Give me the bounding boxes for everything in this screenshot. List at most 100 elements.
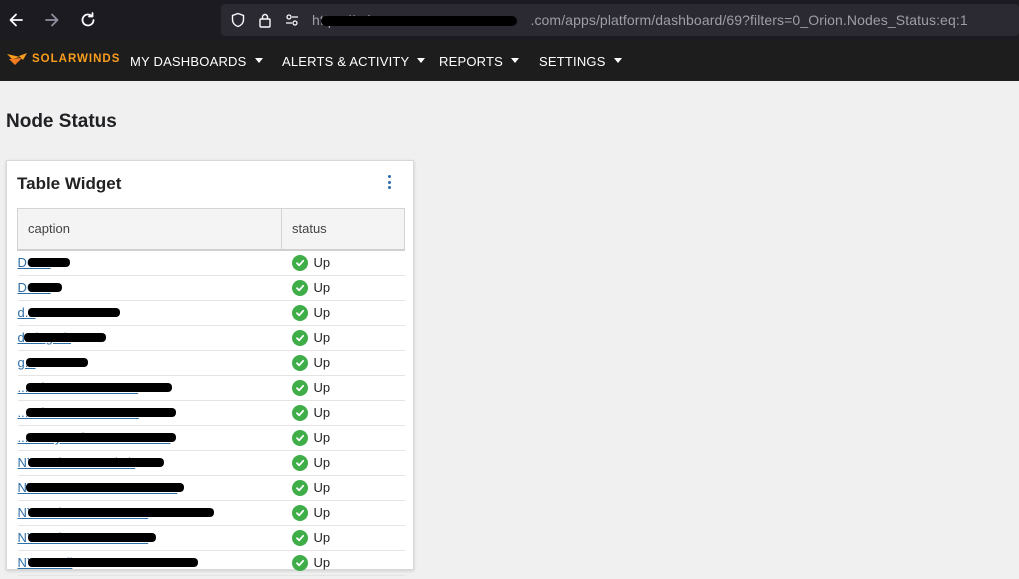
status-wrapper: Up xyxy=(282,351,405,375)
url-bar[interactable]: https://orion..com/apps/platform/dashboa… xyxy=(221,4,1019,36)
redaction-mark xyxy=(27,282,62,292)
reload-button[interactable] xyxy=(76,8,100,32)
menu-label: MY DASHBOARDS xyxy=(130,54,247,69)
caption-cell: g... xyxy=(17,350,282,376)
menu-reports[interactable]: REPORTS xyxy=(439,54,520,69)
status-up-check-icon xyxy=(291,379,308,396)
status-up-check-icon xyxy=(291,554,308,571)
status-wrapper: Up xyxy=(282,476,405,500)
caption-cell: d...ing...b xyxy=(17,325,282,351)
table-row: ...-Avaya-Phone-A...70208 Up xyxy=(17,425,405,451)
table-row: NYC-CISCO-ASA-F...WALL Up xyxy=(17,475,405,501)
table-row: ...-Aironet-C1...-AP-2 Up xyxy=(17,400,405,426)
status-cell: Up xyxy=(281,425,405,451)
permissions-icon[interactable] xyxy=(284,12,300,28)
status-cell: Up xyxy=(281,475,405,501)
table-row: DC02 Up xyxy=(17,275,405,301)
caption-cell: NYC-CISCO-ASA-F...WALL xyxy=(17,475,282,501)
status-up-check-icon xyxy=(291,479,308,496)
status-up-check-icon xyxy=(291,404,308,421)
redaction-mark xyxy=(27,532,156,542)
table-widget: Table Widget caption status DC01 Up DC02 Up… xyxy=(6,160,414,576)
table-row: ...-Aironet-C1000-AP Up xyxy=(17,375,405,401)
status-text: Up xyxy=(313,405,331,420)
browser-toolbar: https://orion..com/apps/platform/dashboa… xyxy=(0,0,1019,40)
status-text: Up xyxy=(313,380,331,395)
status-cell: Up xyxy=(281,525,405,551)
redaction-mark xyxy=(27,257,70,267)
redaction-mark xyxy=(25,357,88,367)
redaction-mark xyxy=(25,382,172,392)
caret-down-icon xyxy=(254,58,263,64)
page-title: Node Status xyxy=(6,111,117,132)
caret-down-icon xyxy=(417,58,426,64)
menu-label: ALERTS & ACTIVITY xyxy=(282,54,410,69)
reload-icon xyxy=(81,12,95,27)
status-wrapper: Up xyxy=(282,326,405,350)
caption-cell: DC01 xyxy=(17,249,282,276)
status-up-check-icon xyxy=(291,454,308,471)
status-wrapper: Up xyxy=(282,501,405,525)
status-text: Up xyxy=(313,305,331,320)
menu-label: SETTINGS xyxy=(539,54,606,69)
kebab-menu-icon[interactable] xyxy=(384,174,394,190)
back-button[interactable] xyxy=(4,8,28,32)
caret-down-icon xyxy=(511,58,520,64)
redaction-mark xyxy=(25,432,176,442)
lock-icon[interactable] xyxy=(257,12,273,28)
solarwinds-logo[interactable]: SOLARWINDS xyxy=(6,50,120,68)
table-body: DC01 Up DC02 Up d... Up d...ing...b Up g... Up...… xyxy=(17,249,405,576)
status-cell: Up xyxy=(281,375,405,401)
menu-settings[interactable]: SETTINGS xyxy=(539,54,622,69)
app-navbar: SOLARWINDS MY DASHBOARDS ALERTS & ACTIVI… xyxy=(0,40,1019,81)
node-status-table: caption status DC01UpDC02Upd...Upd...ing… xyxy=(17,208,405,576)
status-text: Up xyxy=(313,430,331,445)
arrow-right-icon xyxy=(45,13,59,27)
caption-cell: NYC-Cisco-...SWITCH xyxy=(17,500,282,526)
status-wrapper: Up xyxy=(282,376,405,400)
status-cell: Up xyxy=(281,249,405,276)
status-up-check-icon xyxy=(291,329,308,346)
shield-icon[interactable] xyxy=(230,12,246,28)
caption-cell: ...-Aironet-C1...-AP-2 xyxy=(17,400,282,426)
arrow-left-icon xyxy=(9,13,23,27)
column-header-status[interactable]: status xyxy=(281,208,405,251)
caption-cell: d... xyxy=(17,300,282,326)
status-cell: Up xyxy=(281,300,405,326)
redaction-mark xyxy=(25,407,176,417)
status-cell: Up xyxy=(281,500,405,526)
redaction-mark xyxy=(27,457,164,467)
table-row: g... Up xyxy=(17,350,405,376)
redaction-mark xyxy=(321,16,517,26)
forward-button[interactable] xyxy=(40,8,64,32)
widget-title: Table Widget xyxy=(17,174,122,193)
status-cell: Up xyxy=(281,550,405,576)
status-text: Up xyxy=(313,330,331,345)
redaction-mark xyxy=(27,557,198,567)
status-text: Up xyxy=(313,480,331,495)
caption-cell: NYC-F...ll xyxy=(17,550,282,576)
status-text: Up xyxy=(313,255,331,270)
status-wrapper: Up xyxy=(282,426,405,450)
status-wrapper: Up xyxy=(282,551,405,575)
status-wrapper: Up xyxy=(282,451,405,475)
status-wrapper: Up xyxy=(282,276,405,300)
status-up-check-icon xyxy=(291,354,308,371)
table-row: NYC-Cisco-...SWITCH Up xyxy=(17,500,405,526)
status-text: Up xyxy=(313,280,331,295)
menu-alerts-activity[interactable]: ALERTS & ACTIVITY xyxy=(282,54,426,69)
redaction-mark xyxy=(23,332,106,342)
caption-cell: NYC-Cisco-WLC-5520 xyxy=(17,525,282,551)
url-path: .com/apps/platform/dashboard/69?filters=… xyxy=(530,12,968,28)
column-header-caption[interactable]: caption xyxy=(17,208,282,251)
status-text: Up xyxy=(313,555,331,570)
status-wrapper: Up xyxy=(282,526,405,550)
redaction-mark xyxy=(27,307,120,317)
status-text: Up xyxy=(313,455,331,470)
status-cell: Up xyxy=(281,350,405,376)
status-up-check-icon xyxy=(291,304,308,321)
table-header-row: caption status xyxy=(17,208,405,251)
status-cell: Up xyxy=(281,450,405,476)
menu-my-dashboards[interactable]: MY DASHBOARDS xyxy=(130,54,263,69)
table-row: NYC-F...ll Up xyxy=(17,550,405,576)
